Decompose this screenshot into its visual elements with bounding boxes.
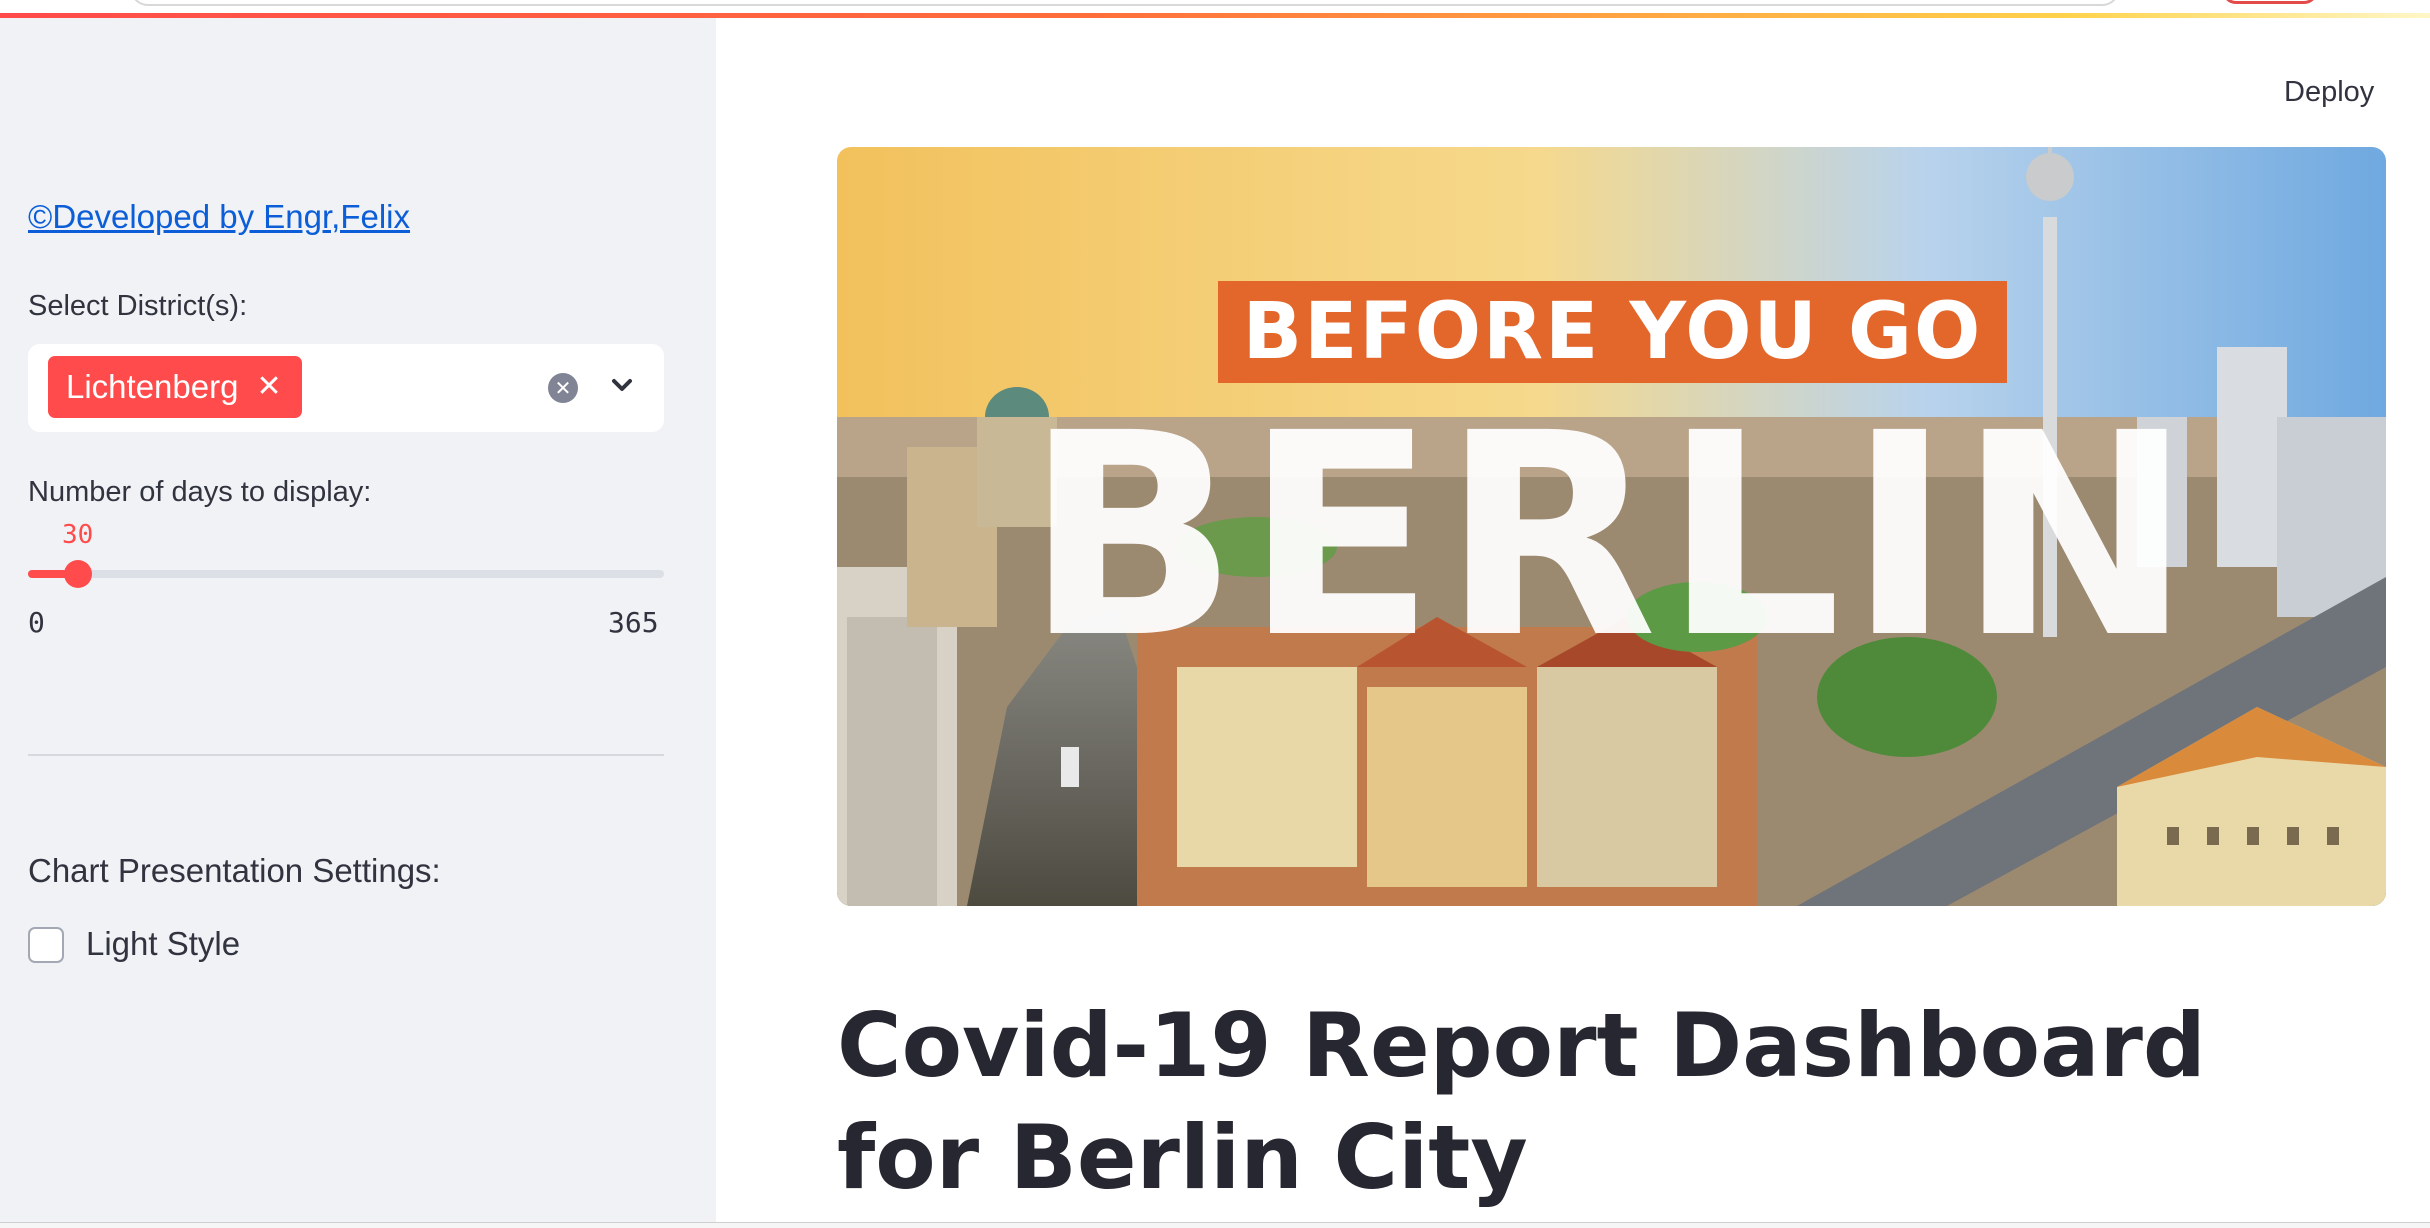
days-slider-track[interactable] [28,570,664,578]
banner-tag-text: BEFORE YOU GO [1218,281,2007,383]
district-multiselect[interactable]: Lichtenberg ✕ ✕ [28,344,664,432]
district-tag-label: Lichtenberg [66,368,239,405]
banner-city-text: BERLIN [1024,374,2199,700]
days-slider-label: Number of days to display: [28,476,372,508]
remove-tag-icon[interactable]: ✕ [256,372,281,402]
sidebar: ©Developed by Engr,Felix Select District… [0,18,716,1222]
deploy-button[interactable]: Deploy [2284,76,2374,109]
days-slider-max: 365 [608,606,659,639]
light-style-checkbox[interactable] [28,927,64,963]
light-style-label[interactable]: Light Style [86,925,240,963]
address-bar[interactable] [130,0,2120,6]
page-title: Covid-19 Report Dashboard for Berlin Cit… [837,994,2206,1209]
developer-link[interactable]: ©Developed by Engr,Felix [28,198,410,236]
berlin-banner-image: BEFORE YOU GO BERLIN [837,147,2386,906]
chevron-down-icon[interactable] [602,366,642,406]
sidebar-divider [28,754,664,756]
bottom-border [0,1222,2430,1228]
days-slider-min: 0 [28,606,45,639]
days-slider-thumb[interactable] [64,560,92,588]
days-slider-value: 30 [62,520,94,550]
clear-all-icon[interactable]: ✕ [548,373,578,403]
chart-settings-heading: Chart Presentation Settings: [28,852,441,889]
district-tag[interactable]: Lichtenberg ✕ [48,356,302,418]
district-select-label: Select District(s): [28,290,248,322]
browser-button[interactable] [2222,0,2318,4]
